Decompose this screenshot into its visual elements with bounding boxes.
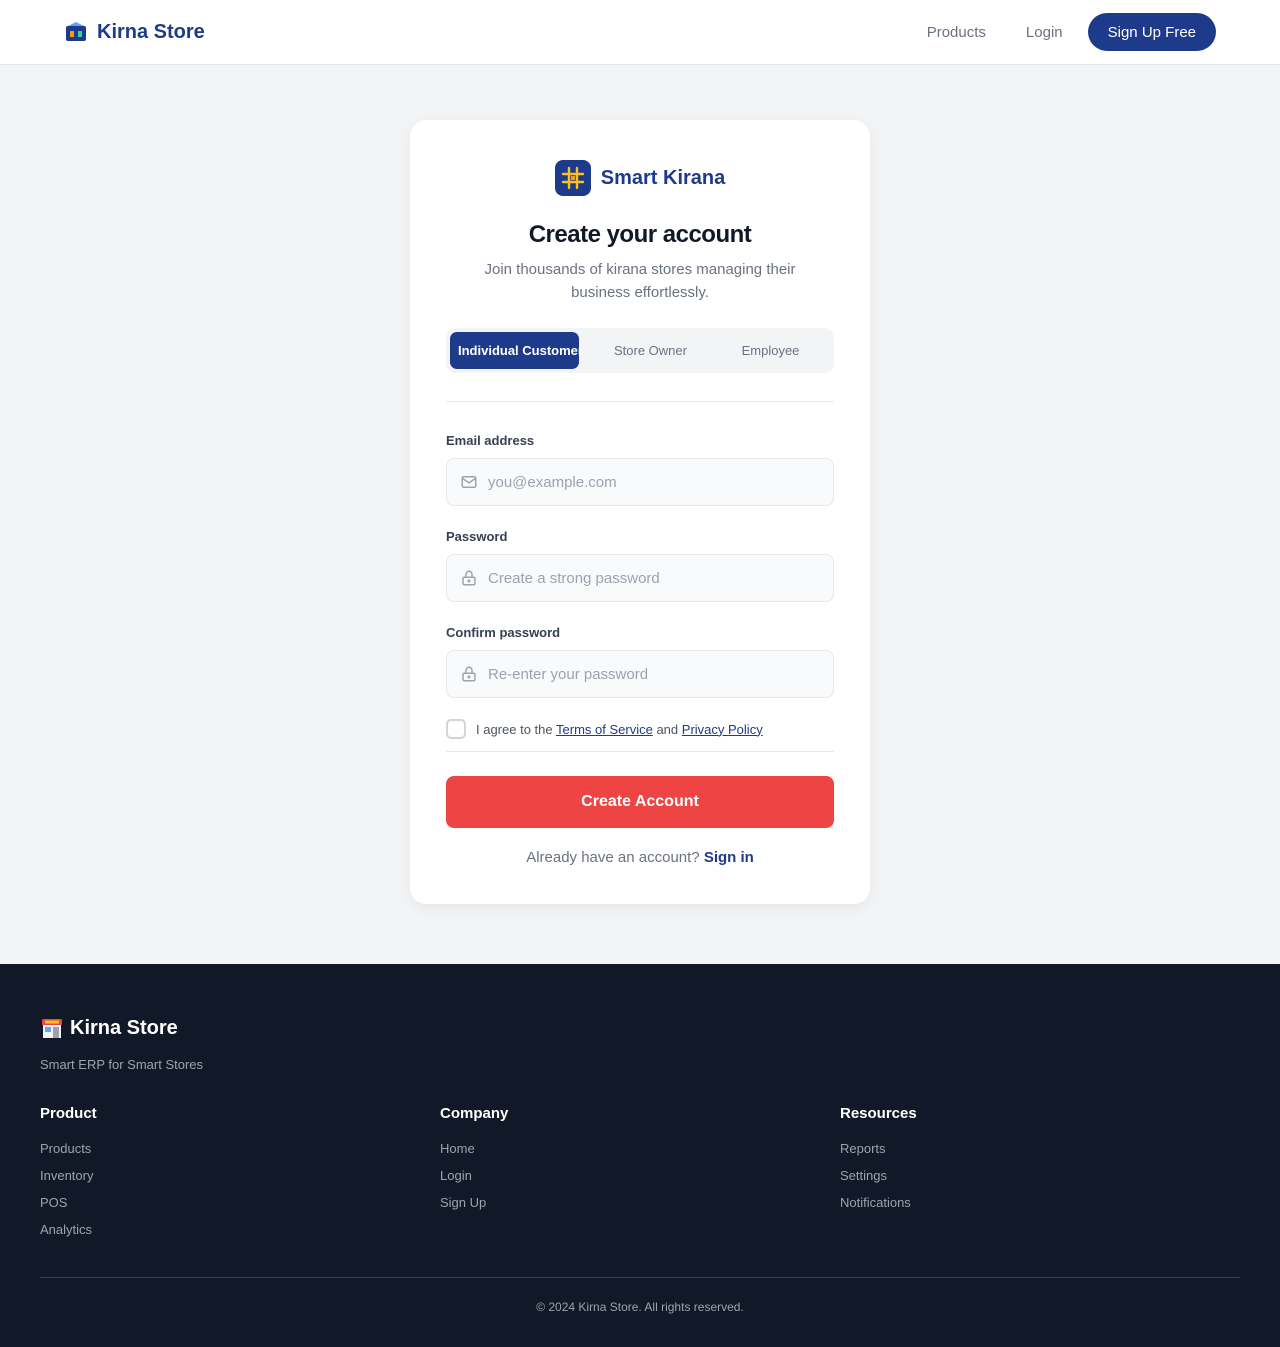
- footer-link-products[interactable]: Products: [40, 1141, 91, 1156]
- brand-link[interactable]: Kirna Store: [64, 20, 205, 44]
- lock-icon: [460, 665, 478, 683]
- footer-link-home[interactable]: Home: [440, 1141, 475, 1156]
- footer-link-pos[interactable]: POS: [40, 1195, 67, 1210]
- site-footer: Kirna Store Smart ERP for Smart Stores P…: [0, 964, 1280, 1347]
- password-label: Password: [446, 529, 508, 544]
- mail-icon: [460, 473, 478, 491]
- signin-link[interactable]: Sign in: [704, 849, 754, 866]
- signup-card: Smart Kirana Create your account Join th…: [410, 120, 870, 904]
- signup-free-button[interactable]: Sign Up Free: [1087, 13, 1216, 51]
- footer-brand-name: Kirna Store: [70, 1016, 178, 1039]
- card-logo: Smart Kirana: [446, 160, 834, 196]
- footer-link-login[interactable]: Login: [440, 1168, 472, 1183]
- password-field[interactable]: [488, 569, 808, 587]
- email-field[interactable]: [488, 473, 808, 491]
- footer-brand: Kirna Store: [40, 1014, 1240, 1042]
- footer-link-signup[interactable]: Sign Up: [440, 1195, 486, 1210]
- terms-agreement-row: I agree to the Terms of Service and Priv…: [446, 719, 834, 739]
- footer-link-notifications[interactable]: Notifications: [840, 1195, 911, 1210]
- terms-text: I agree to the Terms of Service and Priv…: [476, 722, 763, 737]
- signin-prompt: Already have an account?: [526, 849, 700, 866]
- create-account-button[interactable]: Create Account: [446, 776, 834, 828]
- confirm-password-label: Confirm password: [446, 625, 561, 640]
- signin-row: Already have an account? Sign in: [446, 849, 834, 866]
- footer-link-analytics[interactable]: Analytics: [40, 1222, 92, 1237]
- tab-store-owner[interactable]: Store Owner: [579, 332, 722, 369]
- footer-column-title: Company: [440, 1105, 509, 1122]
- footer-columns: Product Products Inventory POS Analytics…: [40, 1105, 1240, 1249]
- copyright-text: © 2024 Kirna Store. All rights reserved.: [536, 1300, 744, 1314]
- footer-link-reports[interactable]: Reports: [840, 1141, 886, 1156]
- tab-individual-customer[interactable]: Individual Customer: [450, 332, 579, 369]
- email-label: Email address: [446, 433, 535, 448]
- main-nav: Products Login Sign Up Free: [927, 13, 1216, 51]
- account-type-tabs: Individual Customer Store Owner Employee: [446, 328, 834, 373]
- page-subtitle: Join thousands of kirana stores managing…: [484, 261, 796, 301]
- brand-name: Kirna Store: [97, 20, 205, 43]
- footer-column-resources: Resources Reports Settings Notifications: [840, 1105, 1240, 1249]
- footer-column-company: Company Home Login Sign Up: [440, 1105, 840, 1249]
- nav-products-link[interactable]: Products: [927, 24, 986, 41]
- privacy-policy-link[interactable]: Privacy Policy: [682, 722, 763, 737]
- confirm-password-field-wrapper: [446, 650, 834, 698]
- kirana-grid-icon: [554, 160, 591, 196]
- top-navbar: Kirna Store Products Login Sign Up Free: [0, 0, 1280, 65]
- main-content: Smart Kirana Create your account Join th…: [0, 65, 1280, 964]
- card-logo-text: Smart Kirana: [600, 166, 726, 189]
- terms-checkbox[interactable]: [446, 719, 466, 739]
- lock-icon: [460, 569, 478, 587]
- footer-divider: [40, 1277, 1240, 1278]
- form-divider: [446, 751, 834, 752]
- storefront-icon: [64, 20, 88, 44]
- nav-login-link[interactable]: Login: [1026, 24, 1063, 41]
- tab-employee[interactable]: Employee: [722, 332, 819, 369]
- password-field-wrapper: [446, 554, 834, 602]
- confirm-password-field[interactable]: [488, 665, 808, 683]
- terms-of-service-link[interactable]: Terms of Service: [556, 722, 653, 737]
- footer-column-title: Resources: [840, 1105, 917, 1122]
- email-field-wrapper: [446, 458, 834, 506]
- terms-and: and: [656, 721, 679, 737]
- section-divider: [446, 401, 834, 402]
- terms-prefix: I agree to the: [476, 721, 553, 737]
- footer-link-settings[interactable]: Settings: [840, 1168, 887, 1183]
- convenience-store-icon: [40, 1016, 64, 1040]
- footer-column-title: Product: [40, 1105, 97, 1122]
- footer-tagline: Smart ERP for Smart Stores: [40, 1057, 204, 1072]
- footer-column-product: Product Products Inventory POS Analytics: [40, 1105, 440, 1249]
- footer-link-inventory[interactable]: Inventory: [40, 1168, 93, 1183]
- page-title: Create your account: [528, 221, 752, 248]
